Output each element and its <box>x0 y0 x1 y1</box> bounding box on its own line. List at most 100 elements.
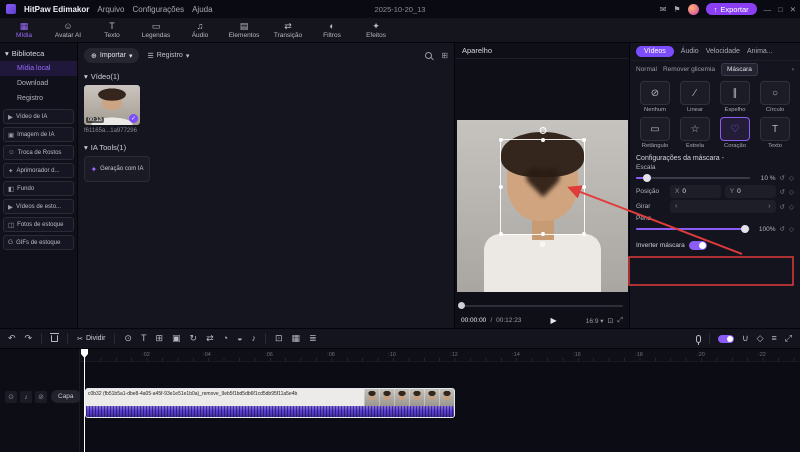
mirror-icon[interactable]: ⇄ <box>206 334 214 343</box>
move-handle[interactable]: ⊕ <box>539 241 546 249</box>
search-icon[interactable] <box>425 52 432 59</box>
close-button[interactable]: ✕ <box>790 5 796 14</box>
aspect-ratio-dropdown[interactable]: 16:9 ▾ <box>586 317 604 325</box>
subtab-mascara[interactable]: Máscara <box>721 63 758 76</box>
menu-configuracoes[interactable]: Configurações <box>132 5 184 14</box>
sidebar-item-midia-local[interactable]: Mídia local <box>0 61 77 76</box>
menu-arquivo[interactable]: Arquivo <box>97 5 124 14</box>
snapshot-icon[interactable]: ⊡ <box>275 334 283 343</box>
crop-icon[interactable]: ▣ <box>172 334 181 343</box>
redo-icon[interactable]: ↷ <box>25 334 33 343</box>
autoscroll-icon[interactable]: ≡ <box>772 334 777 343</box>
mask-texto[interactable]: TTexto <box>756 117 794 149</box>
marker-icon[interactable]: ⊙ <box>124 334 132 343</box>
maximize-button[interactable]: □ <box>778 5 783 14</box>
rotate-reset-icon[interactable]: ↺ <box>780 203 785 211</box>
track-mute-icon[interactable]: ♪ <box>20 391 32 403</box>
rotate-handle[interactable] <box>539 127 546 134</box>
feather-keyframe-icon[interactable]: ◇ <box>789 225 794 233</box>
user-avatar[interactable] <box>688 4 699 15</box>
fullscreen-icon[interactable]: ⤢ <box>617 317 623 325</box>
tab-efeitos[interactable]: ✦Efeitos <box>354 18 398 42</box>
mask-estrela[interactable]: ☆Estrela <box>676 117 714 149</box>
tab-transicao[interactable]: ⇄Transição <box>266 18 310 42</box>
mask-coracao[interactable]: ♡Coração <box>716 117 754 149</box>
cover-button[interactable]: Capa <box>51 390 81 403</box>
sidebar-item-download[interactable]: Download <box>0 76 77 91</box>
handle-mid-right[interactable] <box>582 185 586 189</box>
track-lock-icon[interactable]: ⊘ <box>35 391 47 403</box>
feather-reset-icon[interactable]: ↺ <box>780 225 785 233</box>
position-y-field[interactable]: Y 0 <box>725 185 776 198</box>
play-button[interactable]: ▶ <box>551 316 557 325</box>
delete-icon[interactable] <box>51 335 58 342</box>
mask-nenhum[interactable]: ⊘Nenhum <box>636 81 674 113</box>
mask-selection-box[interactable]: ⊕ <box>500 139 586 235</box>
menu-ajuda[interactable]: Ajuda <box>192 5 212 14</box>
sidebar-item-gifs-estoque[interactable]: GGIFs de estoque <box>3 235 74 250</box>
sidebar-item-video-ia[interactable]: ▶Vídeo de IA <box>3 109 74 124</box>
track-record-icon[interactable]: ⊙ <box>5 391 17 403</box>
stepper-left-icon[interactable]: ‹ <box>675 203 677 210</box>
tab-midia[interactable]: ▦Mídia <box>2 18 46 42</box>
tab-filtros[interactable]: ◐Filtros <box>310 18 354 42</box>
tab-videos[interactable]: Vídeos <box>636 46 674 57</box>
preview-seek-bar[interactable] <box>461 305 623 307</box>
tab-audio[interactable]: ♫Áudio <box>178 18 222 42</box>
split-button[interactable]: ✂ Dividir <box>77 335 105 343</box>
tab-legendas[interactable]: ▭Legendas <box>134 18 178 42</box>
chroma-icon[interactable]: ◒ <box>237 334 242 343</box>
timeline-tracks[interactable]: c0b32 (fb51b5a1-dbe8-4a05-a45f-93e1e51e1… <box>80 362 800 452</box>
subtab-normal[interactable]: Normal <box>636 66 657 73</box>
tab-elementos[interactable]: ▤Elementos <box>222 18 266 42</box>
mic-icon[interactable] <box>696 335 701 343</box>
handle-top-left[interactable] <box>499 138 503 142</box>
scale-reset-icon[interactable]: ↺ <box>780 174 785 182</box>
library-header[interactable]: ▾ Biblioteca <box>5 49 72 58</box>
tab-texto[interactable]: TTexto <box>90 18 134 42</box>
timeline-fit-icon[interactable]: ⤢ <box>785 334 792 343</box>
position-keyframe-icon[interactable]: ◇ <box>789 188 794 196</box>
sidebar-item-imagem-ia[interactable]: ▣Imagem de IA <box>3 127 74 142</box>
media-clip-thumbnail[interactable]: 00:13 ✓ <box>84 85 140 125</box>
scale-slider[interactable] <box>636 173 750 183</box>
invert-mask-toggle[interactable] <box>689 241 707 250</box>
video-clip[interactable]: c0b32 (fb51b5a1-dbe8-4a05-a45f-93e1e51e1… <box>85 388 455 418</box>
rotate-stepper[interactable]: ‹ › <box>670 200 776 213</box>
mask-circulo[interactable]: ○Círculo <box>756 81 794 113</box>
video-preview[interactable]: ⊕ <box>457 120 628 292</box>
export-button[interactable]: ↑ Exportar <box>706 3 757 15</box>
handle-bottom-left[interactable] <box>499 232 503 236</box>
tab-animacao[interactable]: Anima... <box>747 48 773 55</box>
add-text-icon[interactable]: T <box>141 334 147 343</box>
mask-retangulo[interactable]: ▭Retângulo <box>636 117 674 149</box>
gift-icon[interactable]: ⚑ <box>673 5 680 14</box>
feather-slider[interactable] <box>636 224 750 234</box>
handle-mid-left[interactable] <box>499 185 503 189</box>
pip-icon[interactable]: ⊡ <box>608 317 614 325</box>
volume-icon[interactable]: ♪ <box>252 334 257 343</box>
layout-icon[interactable]: ⊞ <box>441 51 448 60</box>
ai-generation-card[interactable]: ✦ Geração com IA <box>84 156 150 182</box>
sidebar-item-aprimorador[interactable]: ✦Aprimorador d... <box>3 163 74 178</box>
stepper-right-icon[interactable]: › <box>768 203 770 210</box>
position-x-field[interactable]: X 0 <box>670 185 721 198</box>
sidebar-item-fotos-estoque[interactable]: ◫Fotos de estoque <box>3 217 74 232</box>
sidebar-item-videos-estoque[interactable]: ▶Vídeos de esto... <box>3 199 74 214</box>
tab-avatar-ai[interactable]: ☺Avatar AI <box>46 18 90 42</box>
subtab-remover[interactable]: Remover glicemia <box>663 66 715 73</box>
grid-view-icon[interactable]: ▦ <box>292 334 301 343</box>
timeline-ruler[interactable]: :02 :04 :06 :08 :10 :12 :14 :16 :18 :20 … <box>80 349 800 362</box>
sidebar-item-registro[interactable]: Registro <box>0 91 77 106</box>
handle-top-mid[interactable] <box>541 138 545 142</box>
undo-icon[interactable]: ↶ <box>8 334 16 343</box>
mask-espelho[interactable]: ∥Espelho <box>716 81 754 113</box>
import-button[interactable]: ⊕ Importar ▾ <box>84 48 139 63</box>
track-manager-icon[interactable]: ≣ <box>309 334 317 343</box>
seek-knob[interactable] <box>458 302 465 309</box>
speed-icon[interactable]: ◔ <box>223 334 228 343</box>
sidebar-item-fundo[interactable]: ◧Fundo <box>3 181 74 196</box>
feedback-icon[interactable]: ✉ <box>660 5 667 14</box>
mask-linear[interactable]: ∕Linear <box>676 81 714 113</box>
chevron-right-icon[interactable]: › <box>792 66 794 73</box>
